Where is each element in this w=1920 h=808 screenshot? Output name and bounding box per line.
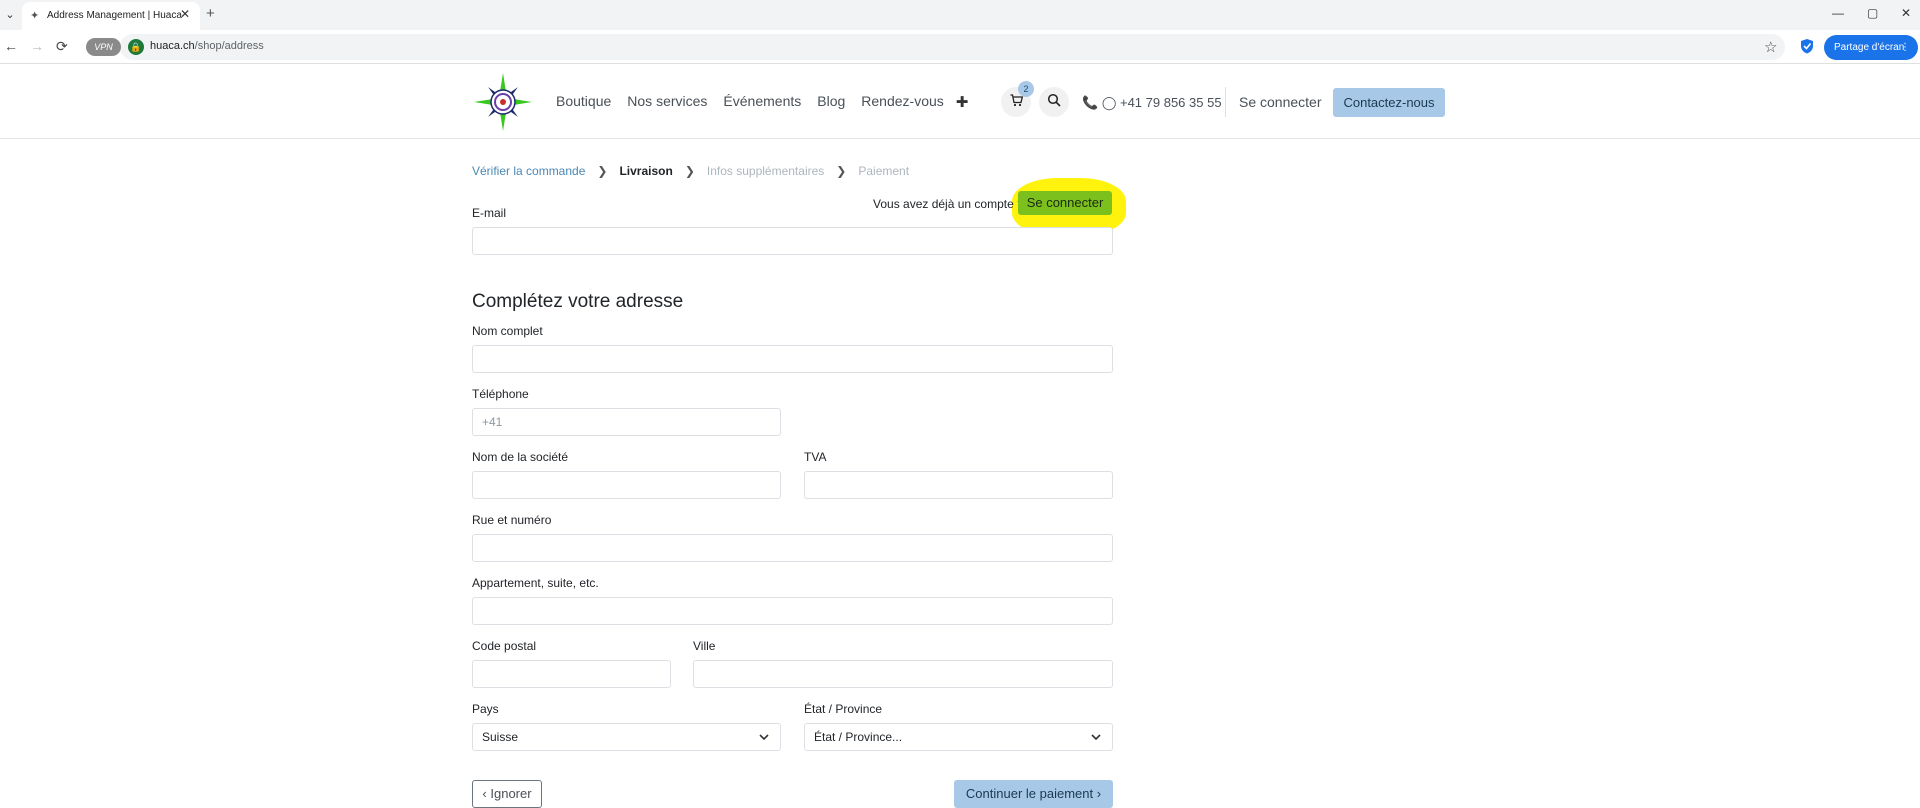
nav-appointments[interactable]: Rendez-vous [861,93,944,111]
street-input[interactable] [472,534,1113,562]
street-label: Rue et numéro [472,513,552,527]
new-tab-button[interactable]: + [206,5,215,22]
close-window-icon[interactable]: ✕ [1901,6,1911,20]
browser-tab[interactable]: ✦ Address Management | Huaca ✕ [22,2,200,30]
site-header: Boutique Nos services Événements Blog Re… [0,65,1920,139]
city-label: Ville [693,639,716,653]
ignore-label: Ignorer [490,786,532,801]
company-input[interactable] [472,471,781,499]
vat-input[interactable] [804,471,1113,499]
country-label: Pays [472,702,499,716]
email-label: E-mail [472,206,507,220]
chevron-right-icon: › [1093,786,1102,801]
header-divider [1225,87,1226,117]
shield-icon[interactable] [1800,38,1814,54]
tab-title: Address Management | Huaca [47,10,182,21]
apartment-label: Appartement, suite, etc. [472,576,599,590]
nav-blog[interactable]: Blog [817,93,845,111]
address-section-title: Complétez votre adresse [472,291,684,312]
zip-label: Code postal [472,639,537,653]
country-select[interactable]: Suisse [472,723,781,751]
chevron-right-icon: ❯ [597,164,608,178]
huaca-logo[interactable] [472,71,534,133]
screen-share-label: Partage d'écran [1834,42,1905,53]
back-arrow-icon[interactable]: ← [4,38,18,54]
fullname-label: Nom complet [472,324,543,338]
reload-icon[interactable]: ⟳ [56,38,68,55]
lock-icon[interactable]: 🔒 [128,39,144,55]
vpn-badge[interactable]: VPN [86,38,121,56]
cart-button[interactable]: 2 [1001,81,1034,117]
breadcrumb-review-order[interactable]: Vérifier la commande [472,164,585,178]
url-text[interactable]: huaca.ch/shop/address [150,40,264,52]
state-select[interactable]: État / Province... [804,723,1113,751]
search-button[interactable] [1039,87,1069,117]
search-icon [1047,93,1061,107]
checkout-breadcrumb: Vérifier la commande ❯ Livraison ❯ Infos… [472,164,909,178]
phone-label: Téléphone [472,387,529,401]
phone-input[interactable]: +41 [472,408,781,436]
cart-count-badge: 2 [1018,81,1034,97]
omnibox[interactable] [120,34,1785,60]
ignore-button[interactable]: ‹ Ignorer [472,780,542,808]
chevron-right-icon: ❯ [684,164,695,178]
zip-input[interactable] [472,660,671,688]
tab-search-icon[interactable]: ⌄ [2,7,18,23]
existing-account-prompt: Vous avez déjà un compte ? [873,197,1024,211]
site-favicon-icon: ✦ [30,10,40,22]
phone-number: +41 79 856 35 55 [1119,95,1222,110]
main-navigation: Boutique Nos services Événements Blog Re… [556,93,968,111]
browser-address-bar: ← → ⟳ VPN 🔒 huaca.ch/shop/address ☆ Part… [0,30,1920,64]
close-tab-icon[interactable]: ✕ [180,7,190,21]
company-label: Nom de la société [472,450,569,464]
maximize-icon[interactable]: ▢ [1867,6,1878,20]
chevron-right-icon: ❯ [836,164,847,178]
url-path: /shop/address [194,40,264,52]
vat-label: TVA [804,450,827,464]
breadcrumb-payment: Paiement [858,164,910,178]
header-login-link[interactable]: Se connecter [1239,94,1322,110]
breadcrumb-delivery: Livraison [619,164,673,178]
minimize-icon[interactable]: — [1832,6,1844,20]
nav-services[interactable]: Nos services [627,93,707,111]
login-button[interactable]: Se connecter [1018,191,1112,215]
apartment-input[interactable] [472,597,1113,625]
fullname-input[interactable] [472,345,1113,373]
continue-payment-button[interactable]: Continuer le paiement › [954,780,1113,808]
bookmark-star-icon[interactable]: ☆ [1764,38,1777,56]
browser-tab-bar: ⌄ ✦ Address Management | Huaca ✕ + — ▢ ✕ [0,0,1920,30]
city-input[interactable] [693,660,1113,688]
state-selected-value: État / Province... [814,730,903,744]
more-vert-icon: ⋮ [1900,42,1910,53]
cart-icon [1010,94,1024,110]
email-input[interactable] [472,227,1113,255]
nav-events[interactable]: Événements [723,93,801,111]
continue-label: Continuer le paiement [965,786,1094,801]
forward-arrow-icon[interactable]: → [30,38,44,54]
nav-more-icon[interactable]: ✚ [956,93,969,111]
screen-share-button[interactable]: Partage d'écran ⋮ [1824,35,1918,60]
chevron-down-icon [1091,734,1101,741]
whatsapp-icon: ◯ [1101,95,1120,110]
chevron-down-icon [759,734,769,741]
phone-contact[interactable]: 📞 ◯ +41 79 856 35 55 [1082,95,1222,111]
nav-boutique[interactable]: Boutique [556,93,611,111]
url-host: huaca.ch [150,40,195,52]
phone-icon: 📞 [1082,95,1102,110]
breadcrumb-extra-info: Infos supplémentaires [706,164,825,178]
state-label: État / Province [804,702,883,716]
contact-button[interactable]: Contactez-nous [1333,88,1445,117]
country-selected-value: Suisse [482,730,519,744]
